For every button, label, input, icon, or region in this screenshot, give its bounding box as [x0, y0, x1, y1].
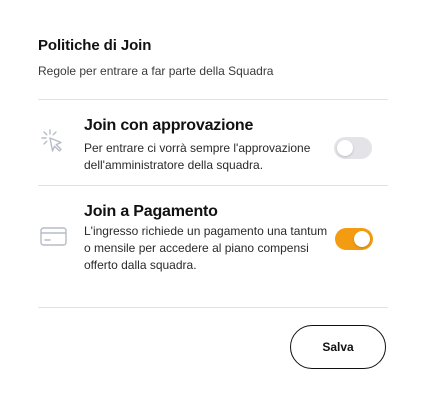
credit-card-icon — [38, 221, 68, 251]
toggle-knob — [337, 140, 353, 156]
paid-join-toggle[interactable] — [335, 228, 373, 250]
join-policies-panel: Politiche di Join Regole per entrare a f… — [0, 0, 427, 414]
approval-toggle[interactable] — [334, 137, 372, 159]
cursor-click-icon — [38, 127, 68, 157]
option-title: Join con approvazione — [84, 117, 254, 134]
divider — [38, 307, 388, 308]
option-title: Join a Pagamento — [84, 203, 218, 220]
option-approval-join: Join con approvazione Per entrare ci vor… — [38, 99, 388, 185]
save-button[interactable]: Salva — [290, 325, 386, 369]
option-description: L'ingresso richiede un pagamento una tan… — [84, 224, 328, 272]
option-paid-join: Join a Pagamento L'ingresso richiede un … — [38, 185, 388, 285]
toggle-knob — [354, 231, 370, 247]
option-description: Per entrare ci vorrà sempre l'approvazio… — [84, 141, 311, 172]
section-title: Politiche di Join — [38, 37, 152, 54]
section-subtitle: Regole per entrare a far parte della Squ… — [38, 64, 274, 78]
